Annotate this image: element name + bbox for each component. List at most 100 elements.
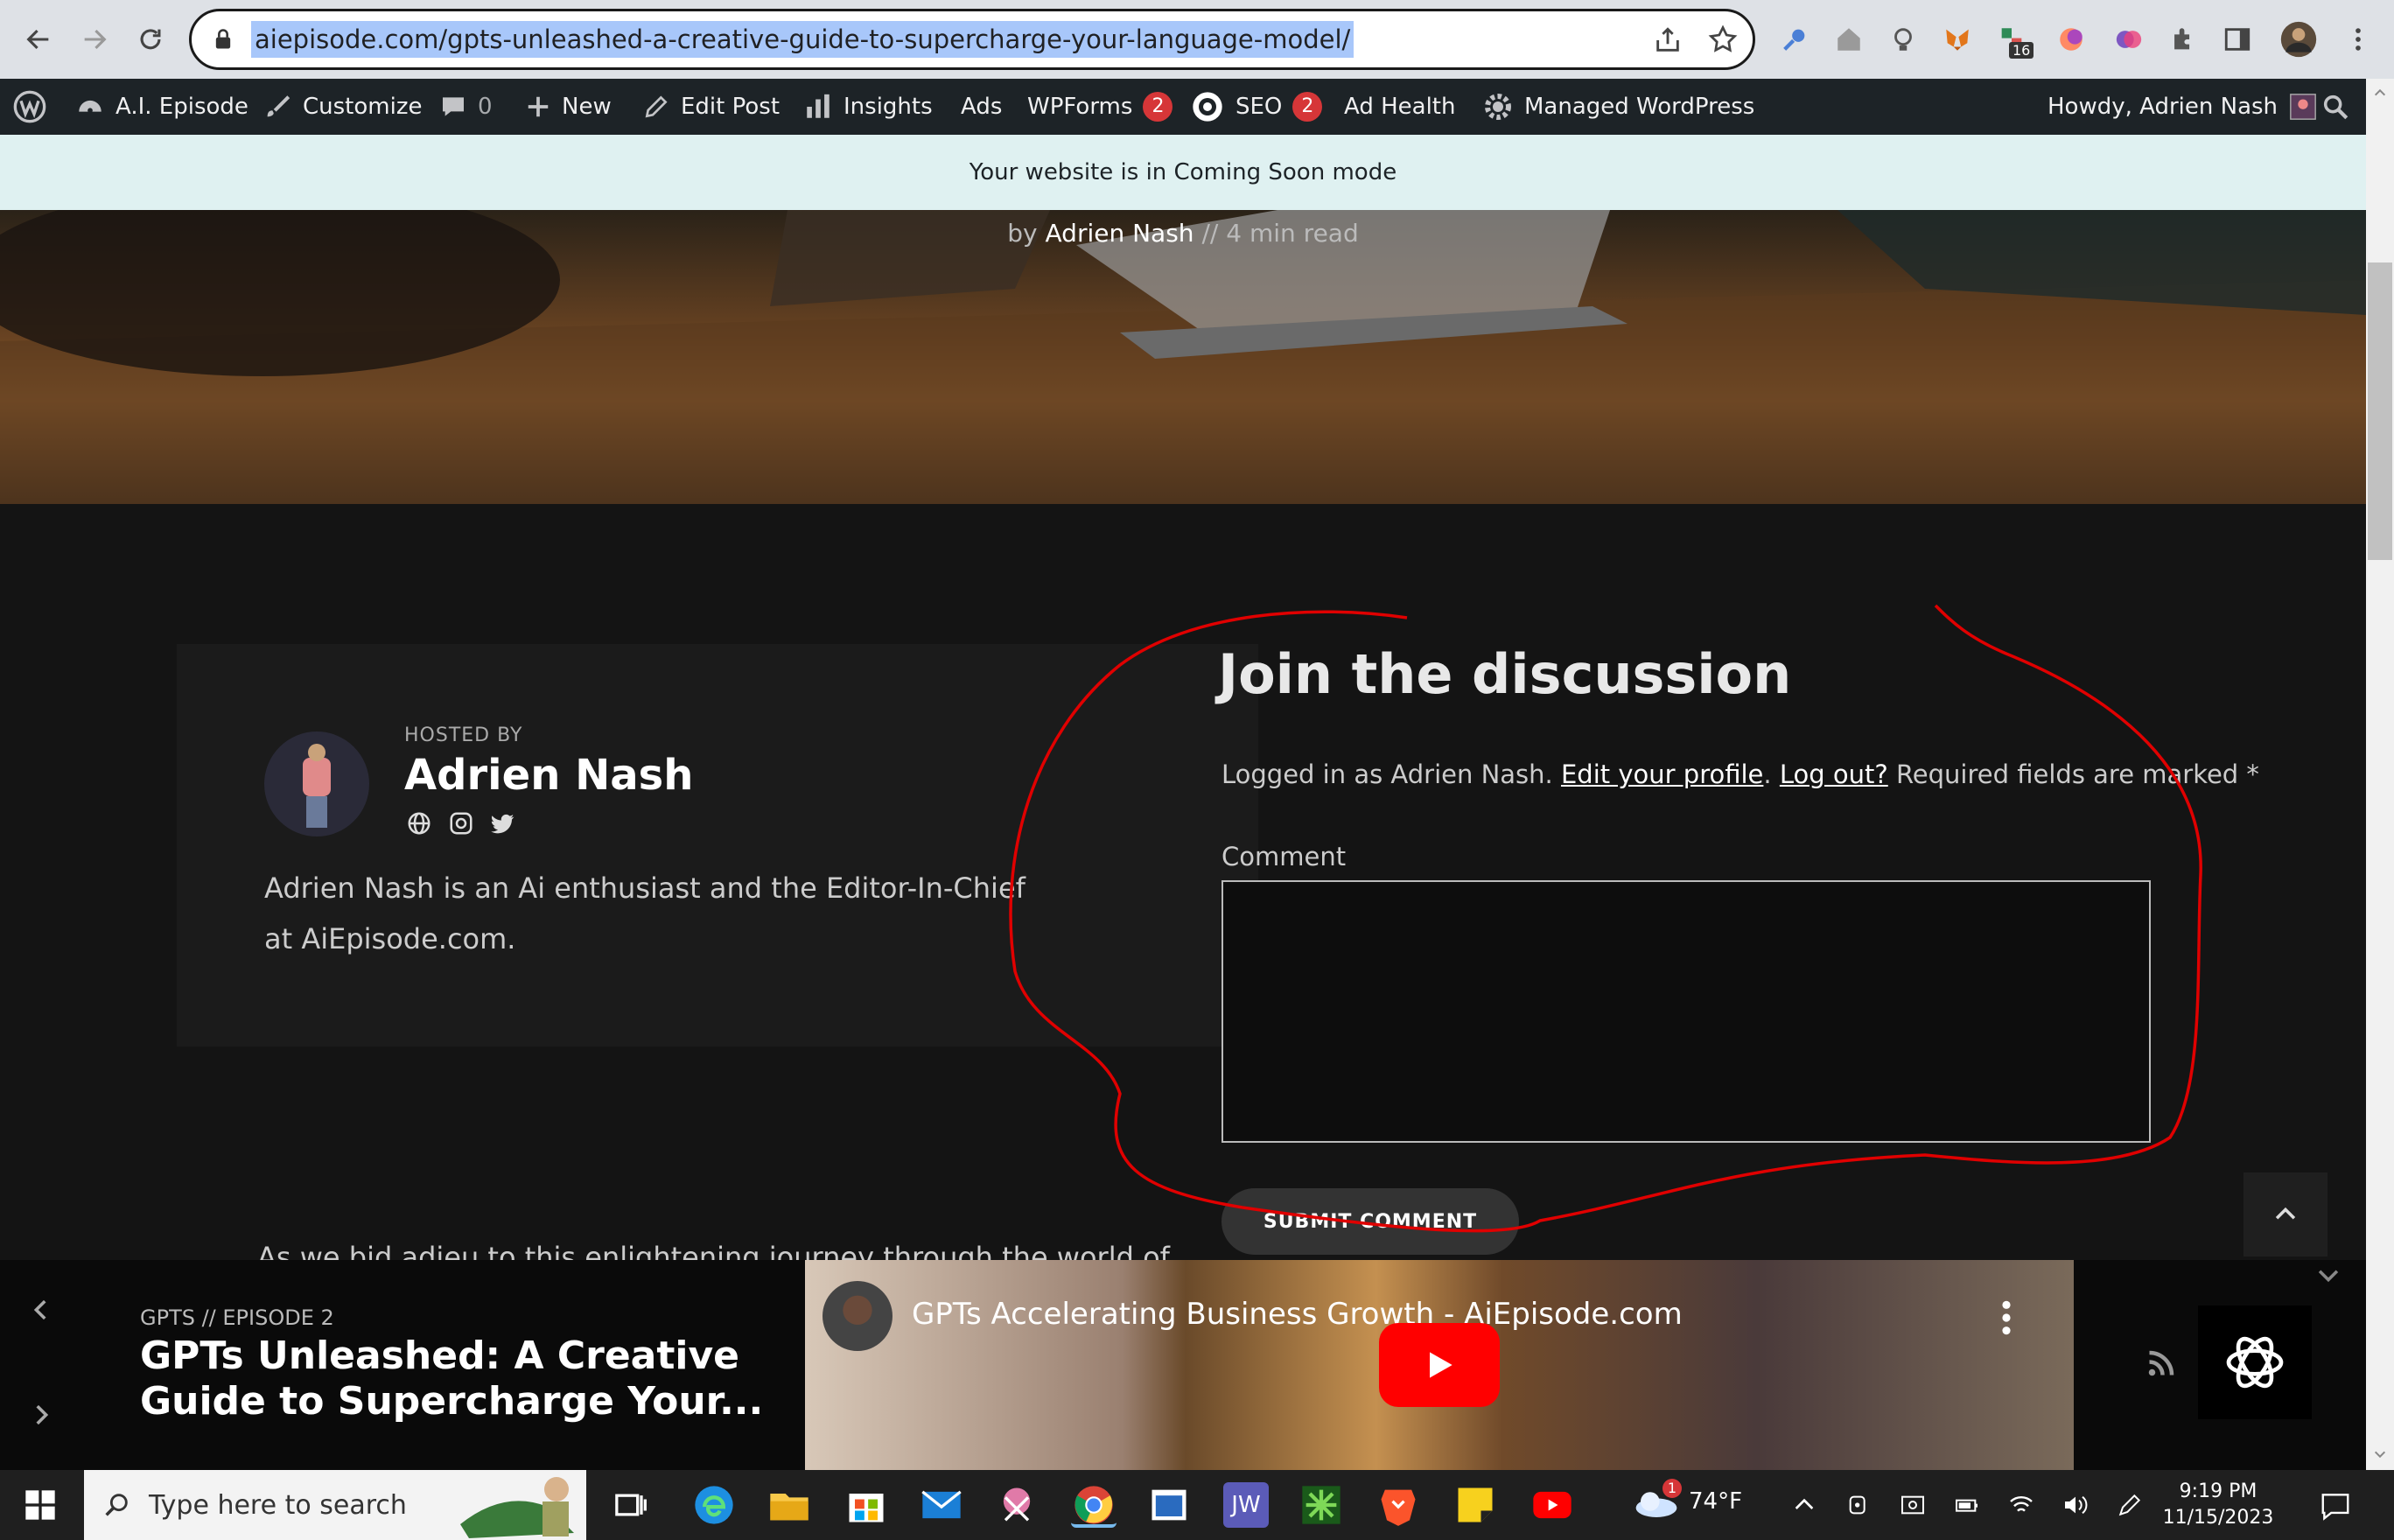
youtube-app-button[interactable] [1530,1482,1575,1528]
mail-icon [921,1490,962,1519]
seo-gear-icon [1193,92,1222,122]
extensions-puzzle-icon[interactable] [2163,19,2203,60]
mail-button[interactable] [919,1482,964,1528]
video-more-icon[interactable] [1993,1298,2020,1337]
host-social-links [406,810,516,836]
url-text[interactable]: aiepisode.com/gpts-unleashed-a-creative-… [251,21,1354,58]
volume-icon[interactable] [2062,1491,2090,1519]
gear-icon [1485,94,1511,120]
admin-account[interactable]: Howdy, Adrien Nash [2048,79,2318,135]
scrollbar-thumb[interactable] [2368,262,2392,560]
host-avatar[interactable] [264,732,369,836]
reload-button[interactable] [126,15,175,64]
channel-avatar[interactable] [822,1281,892,1351]
rss-feed-button[interactable] [2146,1348,2177,1379]
edit-profile-link[interactable]: Edit your profile [1561,760,1763,789]
host-name[interactable]: Adrien Nash [404,751,693,800]
submit-comment-button[interactable]: SUBMIT COMMENT [1222,1188,1519,1255]
admin-customize[interactable]: Customize [262,79,422,135]
sticky-notes-button[interactable] [1452,1482,1498,1528]
metamask-fox-icon[interactable] [1937,19,1978,60]
scroll-down-arrow-icon[interactable] [2373,1447,2387,1461]
chevron-up-icon [2275,1207,2296,1220]
battery-icon[interactable] [1953,1491,1981,1519]
extension-bulb-icon[interactable] [1883,19,1923,60]
green-app-button[interactable] [1298,1482,1344,1528]
brave-button[interactable] [1376,1482,1421,1528]
start-button[interactable] [23,1488,58,1522]
byline-author-link[interactable]: Adrien Nash [1046,219,1194,248]
pen-workspace-icon[interactable] [2116,1491,2144,1519]
edge-browser-button[interactable] [691,1482,737,1528]
chatgpt-button[interactable] [2198,1306,2312,1419]
extension-brain-icon[interactable] [2109,19,2149,60]
snipping-tool-button[interactable] [994,1482,1040,1528]
admin-ad-health[interactable]: Ad Health [1344,79,1455,135]
task-view-button[interactable] [607,1482,653,1528]
browser-menu-icon[interactable] [2338,19,2378,60]
chevron-left-icon [33,1299,46,1320]
admin-ad-health-label: Ad Health [1344,94,1456,120]
comment-textarea[interactable] [1222,880,2151,1143]
search-icon [2323,94,2348,120]
player-prev-button[interactable] [26,1295,56,1325]
player-collapse-button[interactable] [2314,1260,2343,1290]
edge-icon [695,1486,733,1524]
jw-app-button[interactable]: JW [1223,1482,1269,1528]
share-icon[interactable] [1653,25,1683,55]
instagram-icon[interactable] [448,810,474,836]
folder-icon [770,1494,808,1521]
admin-seo[interactable]: SEO 2 [1190,79,1323,135]
file-explorer-button[interactable] [766,1482,812,1528]
twitter-icon[interactable] [490,810,516,836]
admin-site-name[interactable]: A.I. Episode [75,79,248,135]
screen-capture-icon[interactable] [1899,1491,1927,1519]
admin-comments[interactable]: 0 [439,79,493,135]
admin-edit-post[interactable]: Edit Post [642,79,780,135]
extension-key-icon[interactable] [1774,19,1815,60]
admin-ads[interactable]: Ads [961,79,1002,135]
weather-widget[interactable]: 1 74°F [1633,1479,1742,1519]
scroll-to-top-button[interactable] [2244,1172,2328,1256]
chrome-button[interactable] [1071,1482,1116,1528]
player-next-button[interactable] [26,1400,56,1430]
profile-avatar[interactable] [2278,19,2319,60]
youtube-play-button[interactable] [1379,1323,1500,1407]
window-app-button[interactable] [1146,1482,1192,1528]
plus-icon [528,96,549,117]
side-panel-icon[interactable] [2217,19,2258,60]
leaf-app-icon [1302,1486,1340,1524]
wifi-icon[interactable] [2007,1491,2035,1519]
chevron-up-icon[interactable] [1790,1491,1818,1519]
extension-badge-icon[interactable]: 16 [1992,19,2034,60]
forward-button[interactable] [70,15,119,64]
notification-center-button[interactable] [2319,1489,2352,1522]
taskbar-clock[interactable]: 9:19 PM 11/15/2023 [2161,1479,2275,1531]
meet-now-icon[interactable] [1844,1491,1872,1519]
log-out-link[interactable]: Log out? [1780,760,1888,789]
admin-new[interactable]: New [525,79,612,135]
scroll-up-arrow-icon[interactable] [2373,86,2387,100]
episode-title[interactable]: GPTs Unleashed: A Creative Guide to Supe… [140,1334,805,1424]
youtube-embed[interactable]: GPTs Accelerating Business Growth - AiEp… [805,1260,2074,1470]
admin-managed-wordpress[interactable]: Managed WordPress [1482,79,1754,135]
windows-logo-icon [25,1490,55,1520]
extension-home-icon[interactable] [1829,19,1869,60]
address-bar[interactable]: aiepisode.com/gpts-unleashed-a-creative-… [189,9,1755,70]
wordpress-logo-icon[interactable] [12,79,47,135]
admin-search-button[interactable] [2320,79,2350,135]
video-title[interactable]: GPTs Accelerating Business Growth - AiEp… [912,1297,1683,1332]
microsoft-store-button[interactable] [844,1482,889,1528]
bookmark-star-icon[interactable] [1707,24,1739,55]
admin-wpforms[interactable]: WPForms 2 [1027,79,1173,135]
taskbar-search-box[interactable]: Type here to search [84,1470,586,1540]
comment-label: Comment [1222,842,1347,872]
extension-color-ball-icon[interactable] [2051,19,2091,60]
admin-insights[interactable]: Insights [803,79,933,135]
youtube-icon [1533,1491,1572,1519]
brave-lion-icon [1381,1489,1416,1526]
back-button[interactable] [14,15,63,64]
taskbar-search-placeholder: Type here to search [149,1489,407,1521]
globe-icon[interactable] [406,810,432,836]
back-arrow-icon [26,29,49,50]
